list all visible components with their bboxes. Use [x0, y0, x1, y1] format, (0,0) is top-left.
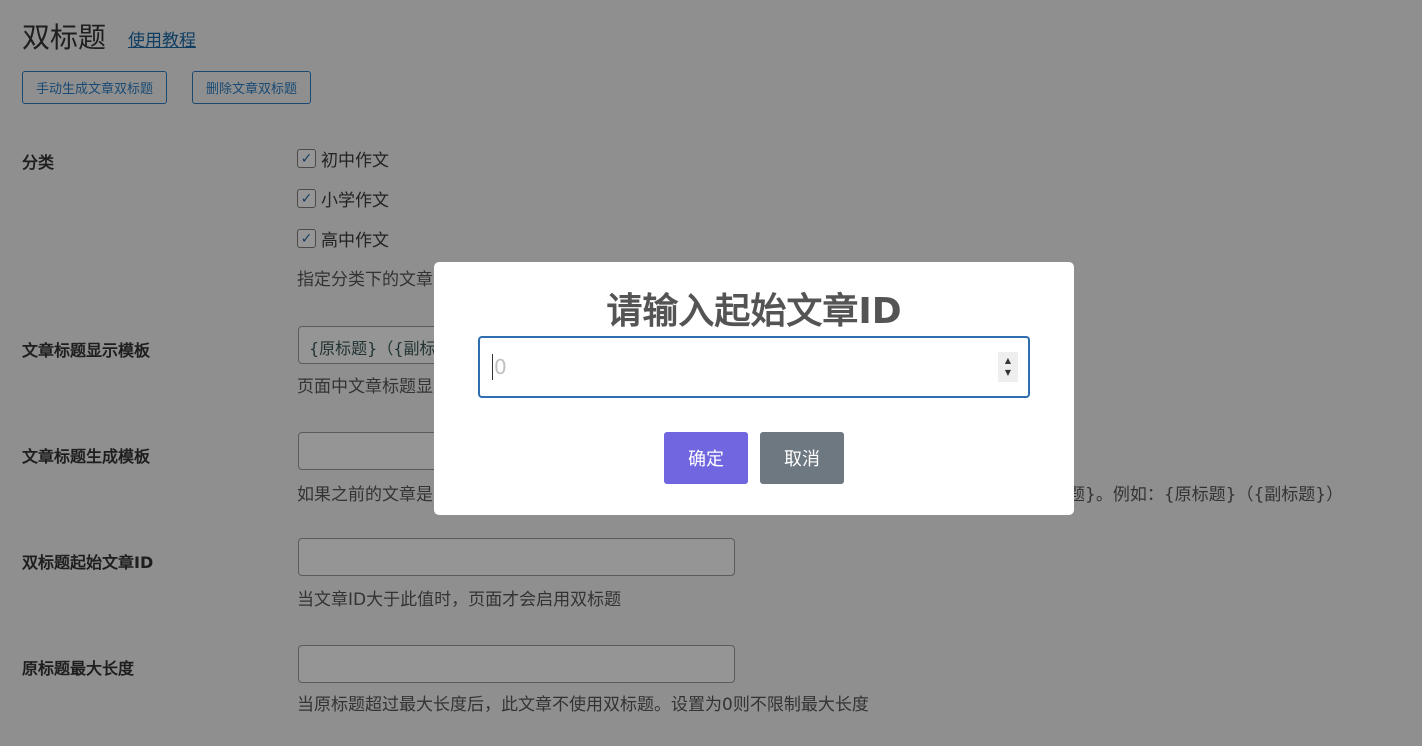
- delete-button[interactable]: 删除文章双标题: [192, 71, 311, 104]
- spin-down-icon[interactable]: ▼: [1005, 367, 1011, 379]
- start-id-dialog: 请输入起始文章ID 0 ▲ ▼ 确定 取消: [434, 262, 1074, 515]
- gen-template-desc-end: 题}。例如：{原标题}（{副标题}）: [1068, 485, 1344, 505]
- category-checkbox[interactable]: ✓ 小学作文: [297, 186, 389, 211]
- dialog-title: 请输入起始文章ID: [606, 291, 902, 332]
- start-id-input[interactable]: [298, 538, 735, 576]
- display-template-label: 文章标题显示模板: [22, 341, 151, 360]
- max-length-desc: 当原标题超过最大长度后，此文章不使用双标题。设置为0则不限制最大长度: [297, 695, 869, 715]
- check-icon: ✓: [297, 189, 316, 208]
- start-id-desc: 当文章ID大于此值时，页面才会启用双标题: [297, 590, 622, 610]
- category-checkbox[interactable]: ✓ 初中作文: [297, 146, 389, 171]
- display-template-desc: 页面中文章标题显: [297, 377, 433, 397]
- gen-template-label: 文章标题生成模板: [22, 447, 151, 466]
- checkbox-label: 小学作文: [321, 191, 389, 211]
- number-spinner[interactable]: ▲ ▼: [998, 352, 1018, 382]
- start-id-label: 双标题起始文章ID: [22, 553, 154, 572]
- input-placeholder: 0: [494, 355, 507, 379]
- generate-button[interactable]: 手动生成文章双标题: [22, 71, 167, 104]
- dialog-id-input[interactable]: 0 ▲ ▼: [478, 336, 1030, 398]
- check-icon: ✓: [297, 229, 316, 248]
- category-desc: 指定分类下的文章: [297, 270, 433, 290]
- tutorial-link[interactable]: 使用教程: [128, 26, 196, 51]
- checkbox-label: 高中作文: [321, 231, 389, 251]
- category-checkbox[interactable]: ✓ 高中作文: [297, 226, 389, 251]
- gen-template-desc: 如果之前的文章是: [297, 485, 433, 505]
- page-title: 双标题: [22, 21, 107, 54]
- category-label: 分类: [22, 153, 55, 172]
- max-length-input[interactable]: [298, 645, 735, 683]
- cancel-button[interactable]: 取消: [760, 432, 844, 484]
- spin-up-icon[interactable]: ▲: [1005, 355, 1011, 367]
- text-caret: [492, 354, 493, 380]
- checkbox-label: 初中作文: [321, 151, 389, 171]
- confirm-button[interactable]: 确定: [664, 432, 748, 484]
- max-length-label: 原标题最大长度: [22, 659, 135, 678]
- check-icon: ✓: [297, 149, 316, 168]
